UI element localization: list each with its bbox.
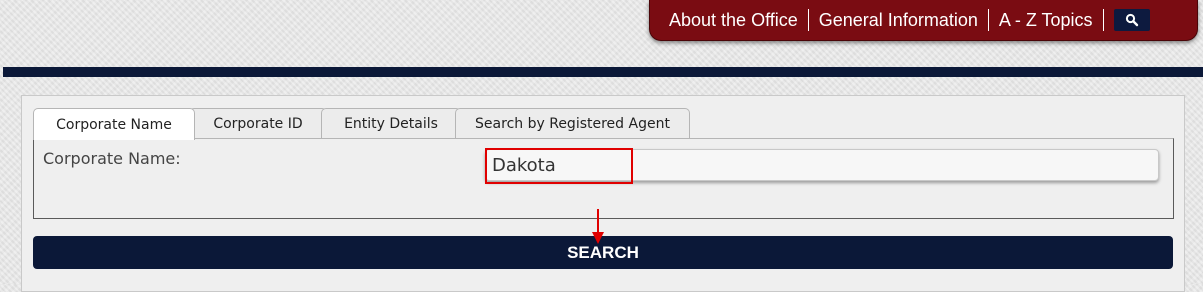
corporate-name-label: Corporate Name: <box>43 149 181 168</box>
search-icon <box>1125 13 1138 27</box>
header-divider-bar <box>3 67 1203 77</box>
tab-entity-details[interactable]: Entity Details <box>321 108 461 138</box>
tab-label: Search by Registered Agent <box>475 115 670 132</box>
nav-search-button[interactable] <box>1113 9 1150 31</box>
arrow-down-icon <box>592 209 604 244</box>
header-nav: About the Office General Information A -… <box>649 0 1198 41</box>
nav-a-z-topics[interactable]: A - Z Topics <box>999 10 1093 31</box>
nav-divider <box>1102 9 1104 31</box>
nav-divider <box>807 9 809 31</box>
tab-corporate-name[interactable]: Corporate Name <box>33 108 195 140</box>
tab-label: Corporate ID <box>213 115 303 132</box>
tab-search-by-registered-agent[interactable]: Search by Registered Agent <box>455 108 690 138</box>
nav-general-information[interactable]: General Information <box>819 10 978 31</box>
nav-about-office[interactable]: About the Office <box>669 10 798 31</box>
corporate-name-input[interactable] <box>485 149 1159 181</box>
nav-divider <box>987 9 989 31</box>
tab-corporate-id[interactable]: Corporate ID <box>189 108 327 138</box>
tab-label: Entity Details <box>344 115 438 132</box>
tab-label: Corporate Name <box>56 116 172 133</box>
